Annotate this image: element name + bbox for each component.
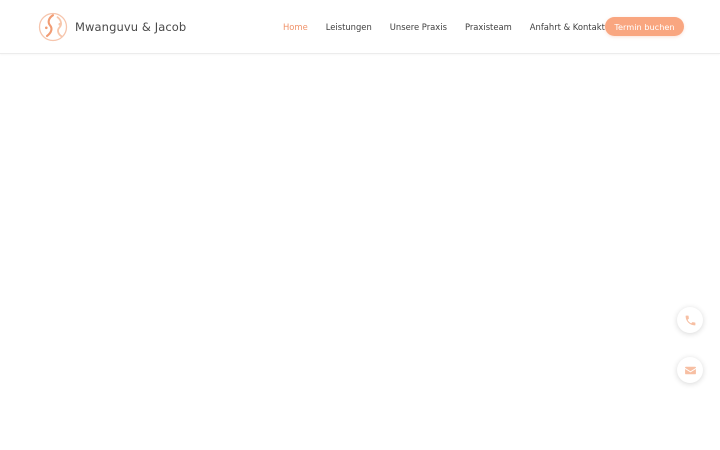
nav-item-leistungen[interactable]: Leistungen [326, 22, 372, 32]
brand-home-link[interactable]: Mwanguvu & Jacob [38, 11, 186, 43]
brand-name: Mwanguvu & Jacob [75, 20, 187, 34]
nav-item-anfahrt-kontakt[interactable]: Anfahrt & Kontakt [530, 22, 605, 32]
envelope-icon [684, 366, 696, 374]
nav-item-unsere-praxis[interactable]: Unsere Praxis [390, 22, 447, 32]
email-contact-button[interactable] [677, 357, 703, 383]
logo-profile-icon [38, 12, 68, 42]
phone-icon [685, 315, 695, 325]
page: Mwanguvu & Jacob Home Leistungen Unsere … [0, 0, 720, 450]
nav-item-praxisteam[interactable]: Praxisteam [465, 22, 512, 32]
site-header: Mwanguvu & Jacob Home Leistungen Unsere … [0, 0, 720, 54]
phone-contact-button[interactable] [677, 307, 703, 333]
book-appointment-button[interactable]: Termin buchen [605, 17, 684, 36]
main-navigation: Home Leistungen Unsere Praxis Praxisteam… [283, 0, 623, 54]
nav-item-home[interactable]: Home [283, 22, 308, 32]
